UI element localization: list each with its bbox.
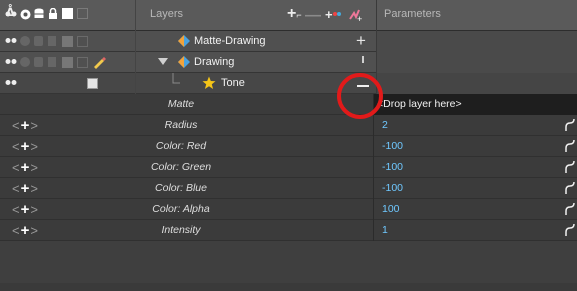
parameter-row-color-alpha: <+> Color: Alpha 100 — [0, 199, 577, 220]
collapse-parameters-button[interactable] — [357, 76, 369, 90]
pegs-icon[interactable] — [332, 10, 342, 18]
svg-text:+: + — [357, 14, 362, 23]
database-icon[interactable] — [34, 36, 43, 46]
column-toggle-icons: ᐂ — [0, 0, 136, 31]
layer-parameters-cell — [376, 73, 577, 94]
parameter-value[interactable]: -100 — [382, 161, 403, 173]
star-icon — [202, 76, 216, 89]
lock-icon[interactable] — [48, 8, 58, 20]
parameter-row-color-green: <+> Color: Green -100 — [0, 157, 577, 178]
eye-icon[interactable] — [20, 57, 30, 67]
curve-icon[interactable] — [565, 202, 575, 216]
parameter-label: Color: Blue — [155, 182, 207, 194]
drawing-layer-icon — [178, 56, 190, 68]
database-icon[interactable] — [34, 57, 43, 67]
parameter-row-radius: <+> Radius 2 — [0, 115, 577, 136]
layers-panel-title: Layers — [150, 8, 184, 20]
matte-value: <Drop layer here> — [377, 98, 462, 110]
parameter-label: Color: Alpha — [152, 203, 210, 215]
layer-parameters-cell — [376, 31, 577, 52]
glasses-icon[interactable] — [5, 36, 17, 45]
eye-icon[interactable] — [20, 36, 30, 46]
parameter-value-cell[interactable]: -100 — [373, 136, 577, 157]
layer-name[interactable]: Tone — [221, 77, 245, 89]
parameter-value-cell[interactable]: 2 — [373, 115, 577, 136]
pencil-icon[interactable] — [92, 55, 106, 69]
curve-icon[interactable] — [565, 160, 575, 174]
layer-toggles — [0, 73, 136, 94]
parameter-row-color-red: <+> Color: Red -100 — [0, 136, 577, 157]
divider-tick — [362, 56, 364, 63]
swatch-icon[interactable] — [87, 78, 98, 89]
layer-row-tone[interactable]: Tone — [0, 73, 577, 94]
curve-icon[interactable] — [565, 181, 575, 195]
parameter-value[interactable]: 2 — [382, 119, 388, 131]
parameter-value-cell[interactable]: -100 — [373, 178, 577, 199]
parameters-header: Parameters — [376, 0, 577, 31]
triangle-down-icon[interactable] — [158, 58, 168, 66]
glasses-icon[interactable] — [5, 78, 17, 87]
layer-row-drawing[interactable]: Drawing — [0, 52, 577, 73]
effect-icon[interactable]: + — [348, 7, 364, 23]
parameter-value-cell[interactable]: 100 — [373, 199, 577, 220]
layer-name[interactable]: Drawing — [194, 56, 234, 68]
parameter-value[interactable]: -100 — [382, 182, 403, 194]
parameters-panel-title: Parameters — [384, 8, 441, 20]
swatch-icon[interactable] — [62, 36, 73, 47]
parameter-label: Color: Green — [150, 161, 212, 173]
curve-icon[interactable] — [565, 139, 575, 153]
database-icon[interactable] — [34, 8, 44, 20]
layer-toggles — [0, 31, 136, 52]
parameter-value[interactable]: 100 — [382, 203, 400, 215]
parameter-value[interactable]: 1 — [382, 224, 388, 236]
layer-toggles — [0, 52, 136, 73]
parameter-value[interactable]: -100 — [382, 140, 403, 152]
timeline-header: ᐂ Layers +⌐ — + + Parameters — [0, 0, 577, 31]
swatch-icon[interactable] — [77, 57, 88, 68]
layer-name[interactable]: Matte-Drawing — [194, 35, 266, 47]
curve-icon[interactable] — [565, 118, 575, 132]
curve-icon[interactable] — [565, 223, 575, 237]
tree-connector — [172, 73, 180, 84]
parameter-label: Radius — [164, 119, 198, 131]
parameter-row-intensity: <+> Intensity 1 — [0, 220, 577, 241]
empty-timeline-area — [0, 241, 577, 283]
bottom-strip — [0, 283, 577, 291]
lock-icon[interactable] — [48, 36, 56, 46]
parameter-label: Matte — [167, 98, 195, 110]
eye-icon[interactable] — [20, 9, 31, 20]
drawing-layer-icon — [178, 35, 190, 47]
matte-drop-target[interactable]: <Drop layer here> — [373, 94, 577, 115]
add-layer-icon[interactable]: +⌐ — [287, 6, 302, 23]
lock-icon[interactable] — [48, 57, 56, 67]
delete-layer-icon[interactable]: — — [305, 8, 321, 24]
parameter-label: Intensity — [161, 224, 201, 236]
glasses-icon[interactable] — [5, 57, 17, 66]
add-parameter-button[interactable]: + — [356, 32, 366, 49]
parameter-row-color-blue: <+> Color: Blue -100 — [0, 178, 577, 199]
parameter-value-cell[interactable]: -100 — [373, 157, 577, 178]
parameter-value-cell[interactable]: 1 — [373, 220, 577, 241]
swatch-icon[interactable] — [62, 8, 73, 19]
parameter-label: Color: Red — [155, 140, 207, 152]
layer-row-matte-drawing[interactable]: Matte-Drawing + — [0, 31, 577, 52]
parameter-row-matte: Matte <Drop layer here> — [0, 94, 577, 115]
swatch-icon[interactable] — [62, 57, 73, 68]
layer-parameters-cell — [376, 52, 577, 73]
swatch-icon[interactable] — [77, 8, 88, 19]
glasses-icon[interactable] — [5, 10, 17, 18]
swatch-icon[interactable] — [77, 36, 88, 47]
